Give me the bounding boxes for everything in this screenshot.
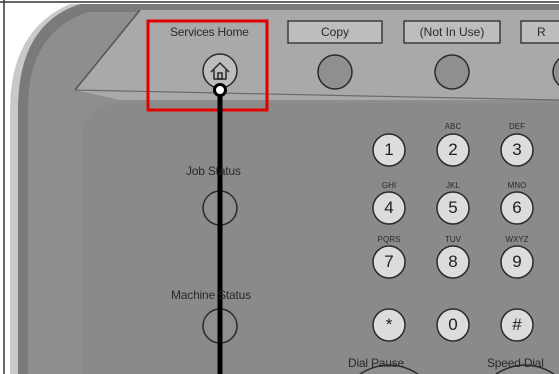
services-home-button[interactable] — [203, 54, 237, 88]
machine-status-button[interactable] — [203, 309, 237, 343]
job-status-button[interactable] — [203, 191, 237, 225]
key-9[interactable]: 9 — [501, 246, 533, 278]
key-7-letters: PQRS — [377, 235, 401, 244]
not-in-use-button[interactable] — [435, 55, 469, 89]
speed-dial-label: Speed Dial — [487, 356, 544, 370]
key-8-letters: TUV — [445, 235, 461, 244]
key-6[interactable]: 6 — [501, 192, 533, 224]
key-3[interactable]: 3 — [501, 134, 533, 166]
services-home-label: Services Home — [170, 25, 249, 39]
not-in-use-label: (Not In Use) — [419, 25, 485, 39]
key-hash[interactable]: # — [501, 309, 533, 341]
key-9-letters: WXYZ — [505, 235, 529, 244]
asterisk-icon: * — [385, 315, 393, 334]
machine-status-label: Machine Status — [171, 288, 251, 302]
key-6-letters: MNO — [507, 181, 527, 190]
key-4[interactable]: 4 — [373, 192, 405, 224]
key-3-letters: DEF — [509, 122, 525, 131]
key-2[interactable]: 2 — [437, 134, 469, 166]
key-8[interactable]: 8 — [437, 246, 469, 278]
key-1[interactable]: 1 — [373, 134, 405, 166]
key-2-letters: ABC — [444, 122, 462, 131]
key-0[interactable]: 0 — [437, 309, 469, 341]
copy-label: Copy — [320, 25, 349, 39]
dial-pause-label: Dial Pause — [348, 356, 405, 370]
key-5-letters: JKL — [446, 181, 460, 190]
copy-button[interactable] — [318, 55, 352, 89]
key-4-letters: GHI — [381, 181, 397, 190]
key-5[interactable]: 5 — [437, 192, 469, 224]
key-asterisk[interactable]: * — [373, 309, 405, 341]
key-7[interactable]: 7 — [373, 246, 405, 278]
job-status-label: Job Status — [186, 164, 241, 178]
keypad-panel — [82, 103, 559, 374]
next-label-cut: R — [537, 25, 546, 39]
control-panel-graphic — [0, 0, 559, 374]
hash-icon: # — [512, 315, 522, 334]
